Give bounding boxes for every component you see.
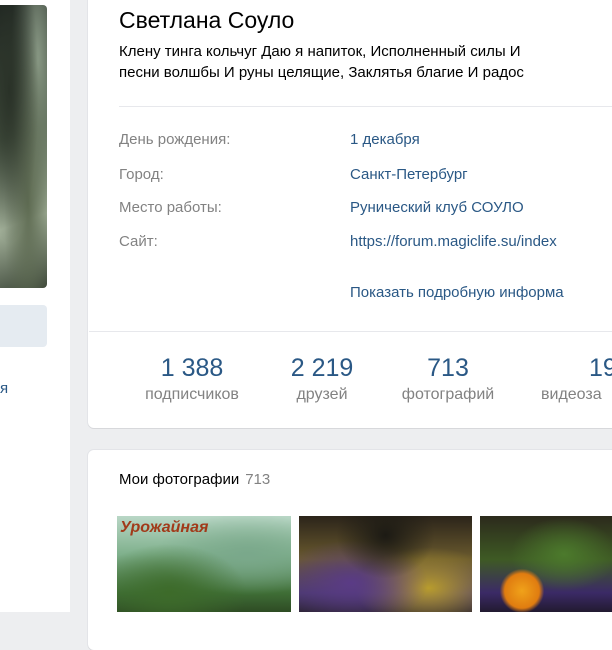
counter-videos[interactable]: 19 видеоза bbox=[541, 354, 612, 404]
profile-avatar[interactable] bbox=[0, 5, 47, 288]
photo-thumbnail[interactable] bbox=[299, 516, 472, 612]
info-value-city[interactable]: Санкт-Петербург bbox=[350, 166, 468, 183]
info-label: Место работы: bbox=[119, 199, 222, 216]
photo-thumbnail[interactable] bbox=[480, 516, 612, 612]
status-line-2: песни волшбы И руны целящие, Заклятья бл… bbox=[119, 64, 524, 81]
info-label: Сайт: bbox=[119, 233, 158, 250]
counter-number: 2 219 bbox=[290, 354, 354, 382]
counter-label: друзей bbox=[296, 386, 348, 403]
divider bbox=[119, 106, 612, 107]
left-action-button[interactable] bbox=[0, 305, 47, 347]
status-line-1: Клену тинга кольчуг Даю я напиток, Испол… bbox=[119, 43, 521, 60]
counter-label: подписчиков bbox=[145, 386, 239, 403]
info-label: Город: bbox=[119, 166, 164, 183]
info-value-birthday[interactable]: 1 декабря bbox=[350, 131, 420, 148]
photo-thumbnail[interactable]: Урожайная bbox=[117, 516, 291, 612]
counter-followers[interactable]: 1 388 подписчиков bbox=[134, 354, 250, 404]
divider bbox=[89, 331, 612, 332]
show-more-info-link[interactable]: Показать подробную информа bbox=[350, 284, 564, 301]
counter-number: 713 bbox=[427, 354, 469, 382]
photos-header[interactable]: Мои фотографии 713 bbox=[119, 471, 270, 488]
counter-number: 19 bbox=[589, 354, 612, 382]
info-label: День рождения: bbox=[119, 131, 231, 148]
counter-friends[interactable]: 2 219 друзей bbox=[282, 354, 362, 404]
info-value-site[interactable]: https://forum.magiclife.su/index bbox=[350, 233, 557, 250]
left-link-fragment[interactable]: я bbox=[0, 380, 8, 397]
counter-label: видеоза bbox=[541, 386, 602, 403]
counter-number: 1 388 bbox=[160, 354, 224, 382]
profile-name: Светлана Соуло bbox=[119, 7, 295, 33]
left-column: я bbox=[0, 0, 70, 612]
counter-photos[interactable]: 713 фотографий bbox=[393, 354, 503, 404]
info-value-work[interactable]: Рунический клуб СОУЛО bbox=[350, 199, 524, 216]
counter-label: фотографий bbox=[401, 386, 495, 403]
photo-caption: Урожайная bbox=[120, 519, 209, 536]
profile-status: Клену тинга кольчуг Даю я напиток, Испол… bbox=[119, 41, 612, 83]
photos-title: Мои фотографии bbox=[119, 471, 240, 488]
photos-count: 713 bbox=[245, 471, 271, 488]
